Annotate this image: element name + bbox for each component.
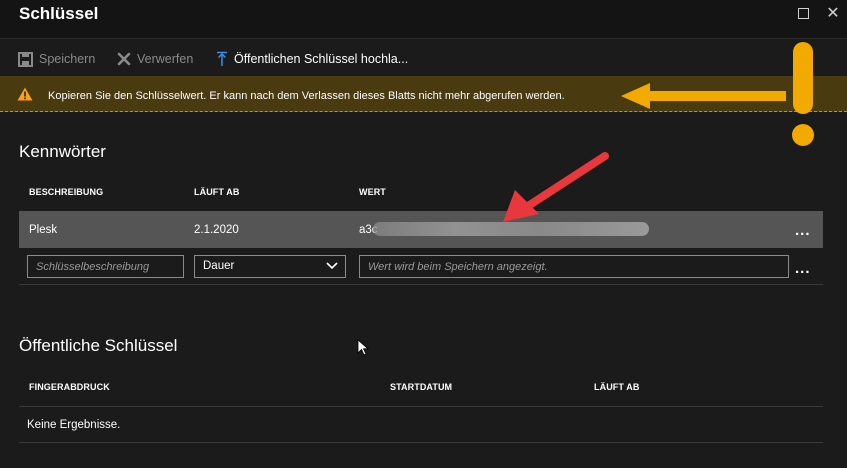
save-icon [18, 51, 33, 67]
chevron-down-icon [326, 261, 338, 273]
column-header-description: BESCHREIBUNG [29, 187, 104, 197]
maximize-icon[interactable] [793, 3, 813, 23]
save-button[interactable]: Speichern [18, 49, 95, 69]
duration-selected-value: Dauer [203, 260, 235, 272]
warning-text: Kopieren Sie den Schlüsselwert. Er kann … [48, 90, 565, 102]
divider [19, 406, 823, 407]
divider [19, 442, 823, 443]
new-row-more-button[interactable]: ... [795, 260, 811, 277]
mouse-cursor-icon [357, 339, 369, 356]
key-description-input[interactable] [27, 255, 184, 278]
divider [19, 284, 823, 285]
column-header-value: WERT [359, 187, 386, 197]
public-keys-section-title: Öffentliche Schlüssel [19, 336, 178, 355]
close-icon[interactable]: ✕ [823, 3, 843, 23]
duration-select[interactable]: Dauer [194, 255, 346, 278]
discard-button[interactable]: Verwerfen [117, 49, 193, 69]
row-description: Plesk [29, 224, 58, 236]
column-header-start-date: STARTDATUM [390, 382, 453, 392]
window-title: Schlüssel [19, 4, 99, 23]
upload-label: Öffentlichen Schlüssel hochla... [234, 52, 409, 66]
upload-icon [216, 51, 228, 67]
warning-banner: Kopieren Sie den Schlüsselwert. Er kann … [0, 76, 847, 112]
passwords-section-title: Kennwörter [19, 142, 106, 161]
column-header-expires: LÄUFT AB [194, 187, 240, 197]
warning-icon [17, 87, 33, 106]
column-header-fingerprint: FINGERABDRUCK [29, 382, 110, 392]
row-expires: 2.1.2020 [194, 224, 239, 236]
blurred-secret-value [373, 222, 649, 236]
key-value-input[interactable] [359, 255, 789, 278]
upload-public-key-button[interactable]: Öffentlichen Schlüssel hochla... [216, 49, 408, 69]
column-header-public-expires: LÄUFT AB [594, 382, 640, 392]
discard-label: Verwerfen [137, 52, 194, 66]
save-label: Speichern [39, 52, 96, 66]
title-bar: Schlüssel ✕ [0, 0, 847, 38]
discard-icon [117, 52, 131, 66]
empty-results-text: Keine Ergebnisse. [27, 419, 121, 431]
row-more-button[interactable]: ... [795, 222, 811, 239]
toolbar: Speichern Verwerfen Öffentlichen Schlüss… [0, 38, 847, 76]
